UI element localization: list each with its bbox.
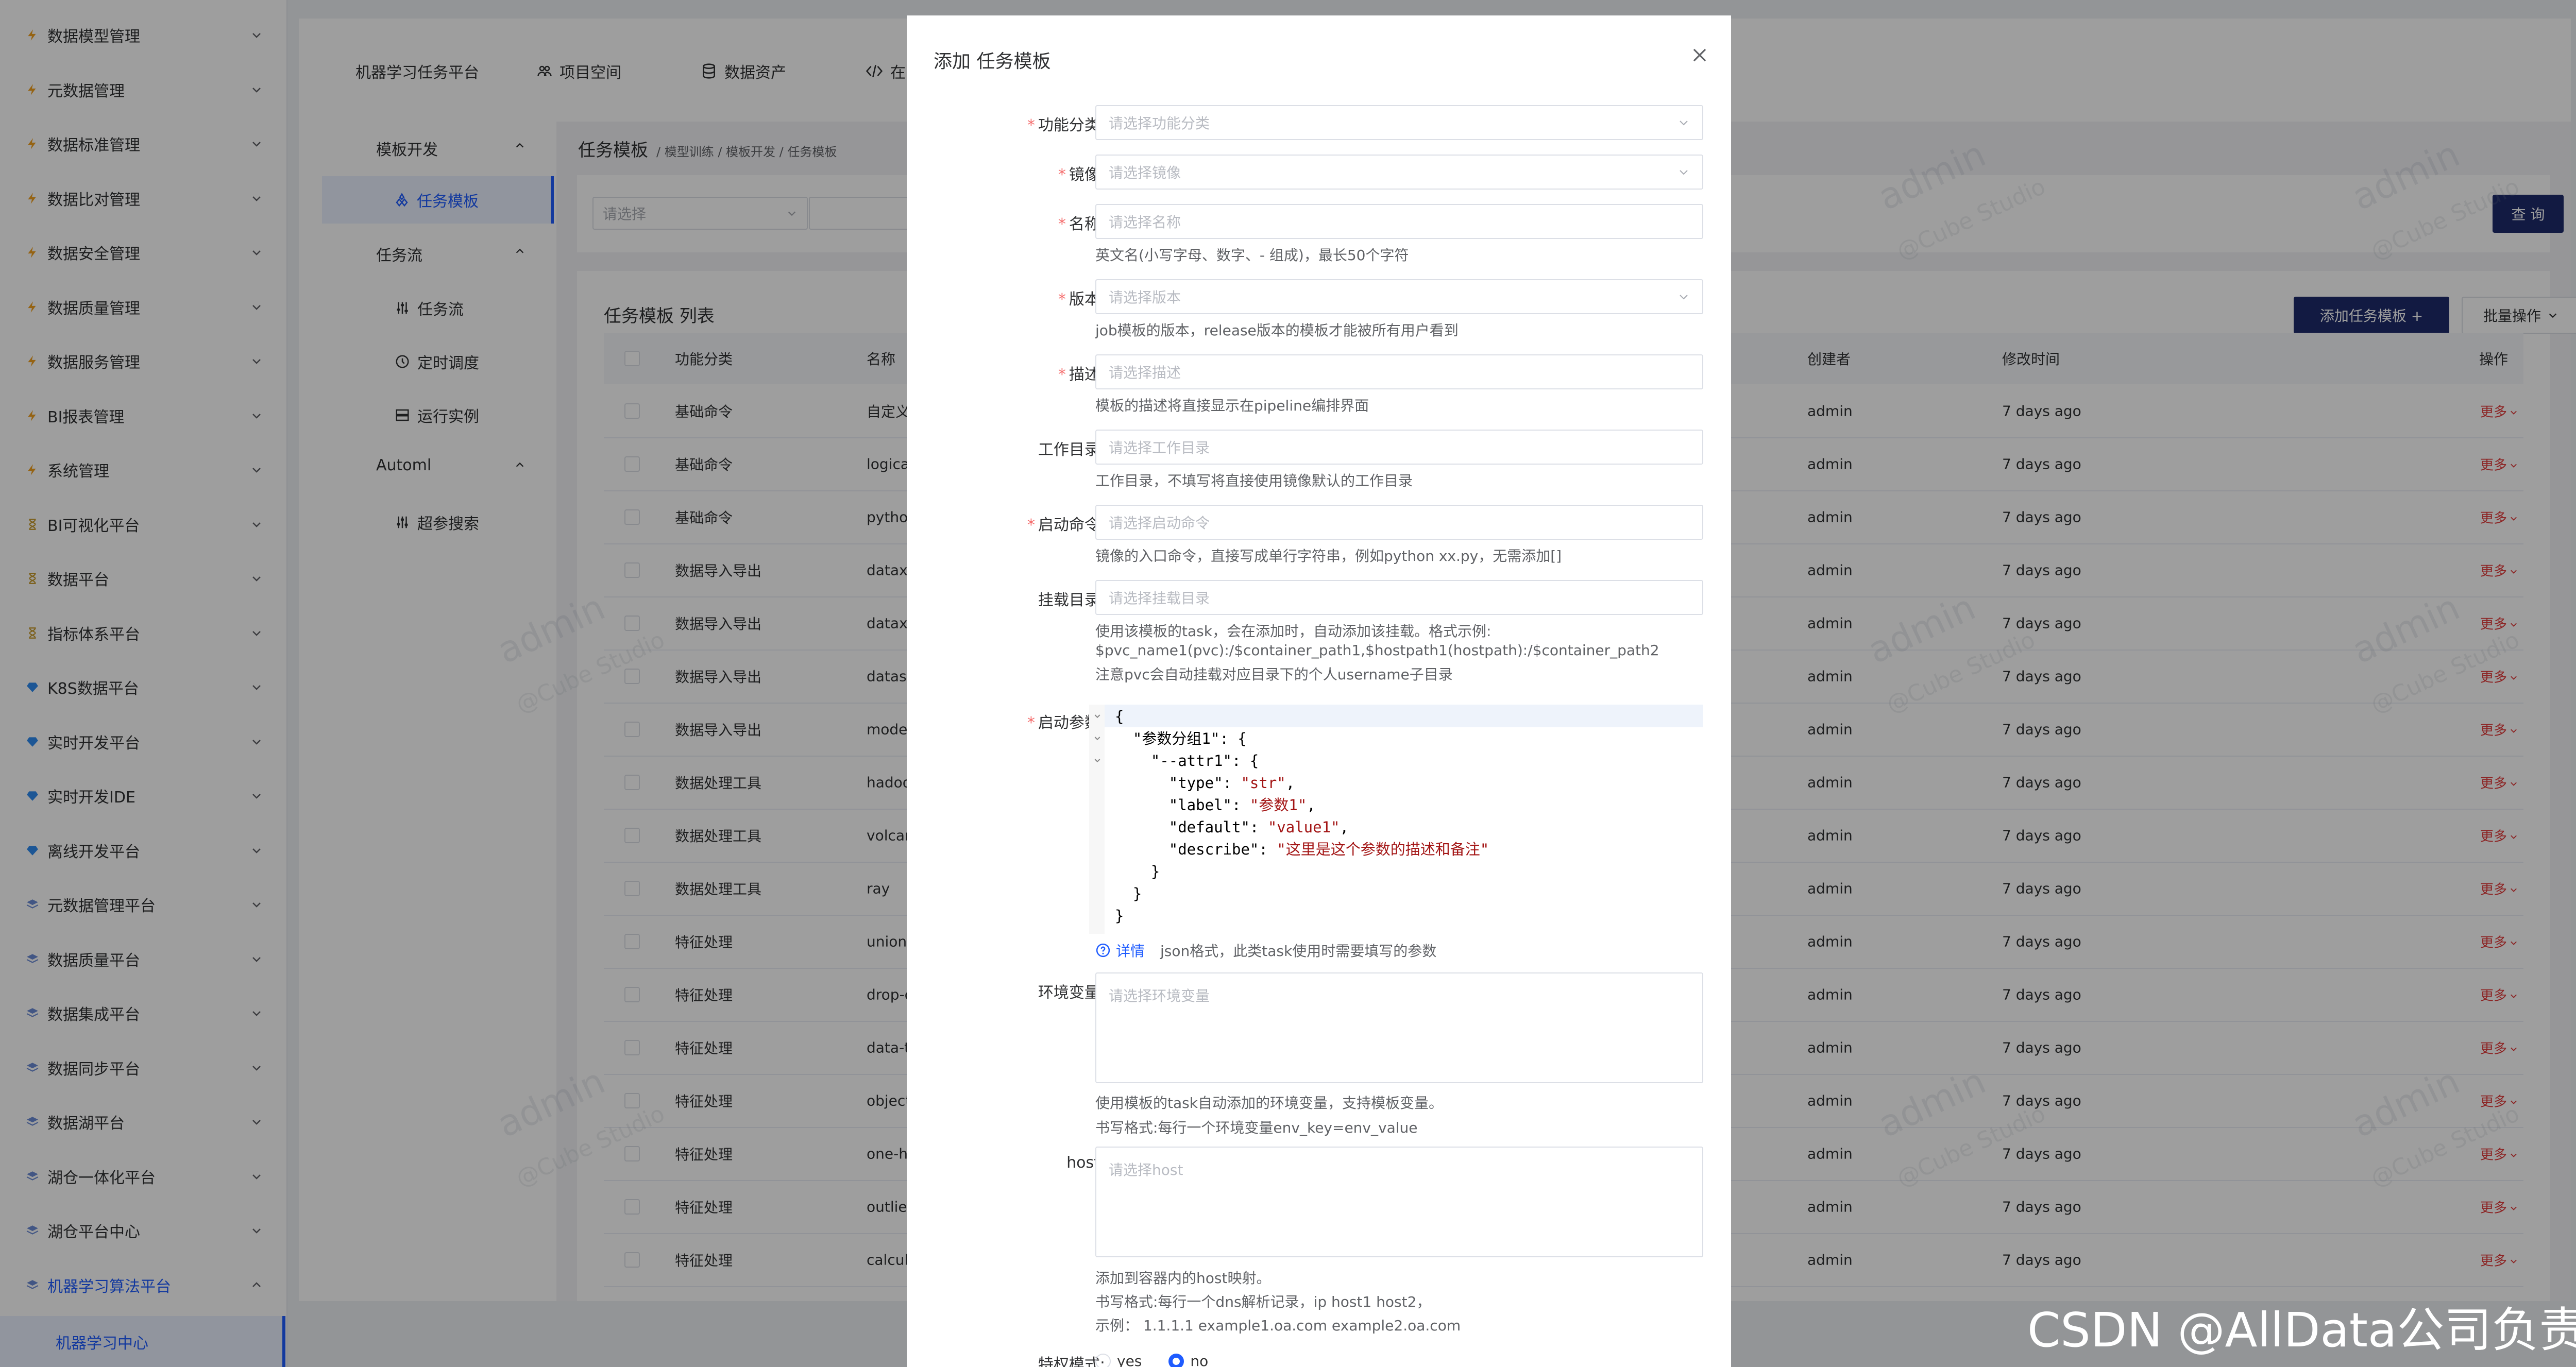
question-circle-icon[interactable] bbox=[1095, 943, 1111, 958]
workdir-input[interactable]: 请选择工作目录 bbox=[1095, 430, 1703, 465]
chevron-down-icon bbox=[1680, 121, 1688, 126]
entrypoint-hint: 镜像的入口命令，直接写成单行字符串，例如python xx.py，无需添加[] bbox=[1095, 548, 1562, 565]
args-detail: 详情 json格式，此类task使用时需要填写的参数 bbox=[1095, 940, 1436, 961]
version-hint: job模板的版本，release版本的模板才能被所有用户看到 bbox=[1095, 322, 1459, 339]
host-hint-1: 添加到容器内的host映射。 bbox=[1095, 1270, 1271, 1287]
add-template-dialog: 添加 任务模板 *功能分类: 请选择功能分类 *镜像: 请选择镜像 *名称: 请… bbox=[907, 15, 1731, 1367]
host-hint-3: 示例： 1.1.1.1 example1.oa.com example2.oa.… bbox=[1095, 1317, 1461, 1334]
env-textarea[interactable]: 请选择环境变量 bbox=[1095, 972, 1703, 1083]
entrypoint-input[interactable]: 请选择启动命令 bbox=[1095, 505, 1703, 540]
image-select[interactable]: 请选择镜像 bbox=[1095, 155, 1703, 190]
privileged-radio-group: yes no bbox=[1095, 1353, 1208, 1367]
host-hint-2: 书写格式:每行一个dns解析记录，ip host1 host2， bbox=[1095, 1293, 1431, 1310]
radio-no[interactable] bbox=[1168, 1353, 1184, 1367]
args-code-editor[interactable]: { "参数分组1": { "--attr1": { "type": "str",… bbox=[1089, 705, 1703, 934]
name-input[interactable]: 请选择名称 bbox=[1095, 204, 1703, 239]
close-icon[interactable] bbox=[1690, 45, 1709, 65]
label-entrypoint: *启动命令: bbox=[1027, 516, 1105, 534]
mount-hint-1: 使用该模板的task，会在添加时，自动添加该挂载。格式示例: bbox=[1095, 623, 1492, 640]
mount-hint-2: $pvc_name1(pvc):/$container_path1,$hostp… bbox=[1095, 642, 1659, 659]
csdn-watermark: CSDN @AllData公司负责人 bbox=[2027, 1303, 2576, 1358]
fold-chevron-icon[interactable] bbox=[1093, 734, 1101, 742]
host-textarea[interactable]: 请选择host bbox=[1095, 1147, 1703, 1257]
mount-hint-3: 注意pvc会自动挂载对应目录下的个人username子目录 bbox=[1095, 666, 1453, 683]
env-hint-2: 书写格式:每行一个环境变量env_key=env_value bbox=[1095, 1119, 1418, 1136]
args-json: { "参数分组1": { "--attr1": { "type": "str",… bbox=[1115, 708, 1489, 925]
fold-chevron-icon[interactable] bbox=[1093, 712, 1101, 720]
category-select[interactable]: 请选择功能分类 bbox=[1095, 105, 1703, 140]
label-category: *功能分类: bbox=[1027, 116, 1105, 134]
describe-hint: 模板的描述将直接显示在pipeline编排界面 bbox=[1095, 397, 1369, 414]
workdir-hint: 工作目录，不填写将直接使用镜像默认的工作目录 bbox=[1095, 472, 1413, 489]
name-hint: 英文名(小写字母、数字、- 组成)，最长50个字符 bbox=[1095, 247, 1409, 264]
chevron-down-icon bbox=[1680, 295, 1688, 300]
mount-input[interactable]: 请选择挂载目录 bbox=[1095, 580, 1703, 615]
version-select[interactable]: 请选择版本 bbox=[1095, 279, 1703, 314]
radio-yes[interactable] bbox=[1095, 1353, 1111, 1367]
chevron-down-icon bbox=[1680, 170, 1688, 175]
dialog-title: 添加 任务模板 bbox=[934, 51, 1051, 72]
args-hint: json格式，此类task使用时需要填写的参数 bbox=[1160, 943, 1437, 960]
fold-chevron-icon[interactable] bbox=[1093, 756, 1101, 764]
env-hint-1: 使用模板的task自动添加的环境变量，支持模板变量。 bbox=[1095, 1095, 1443, 1112]
describe-input[interactable]: 请选择描述 bbox=[1095, 354, 1703, 389]
detail-link[interactable]: 详情 bbox=[1116, 940, 1145, 961]
